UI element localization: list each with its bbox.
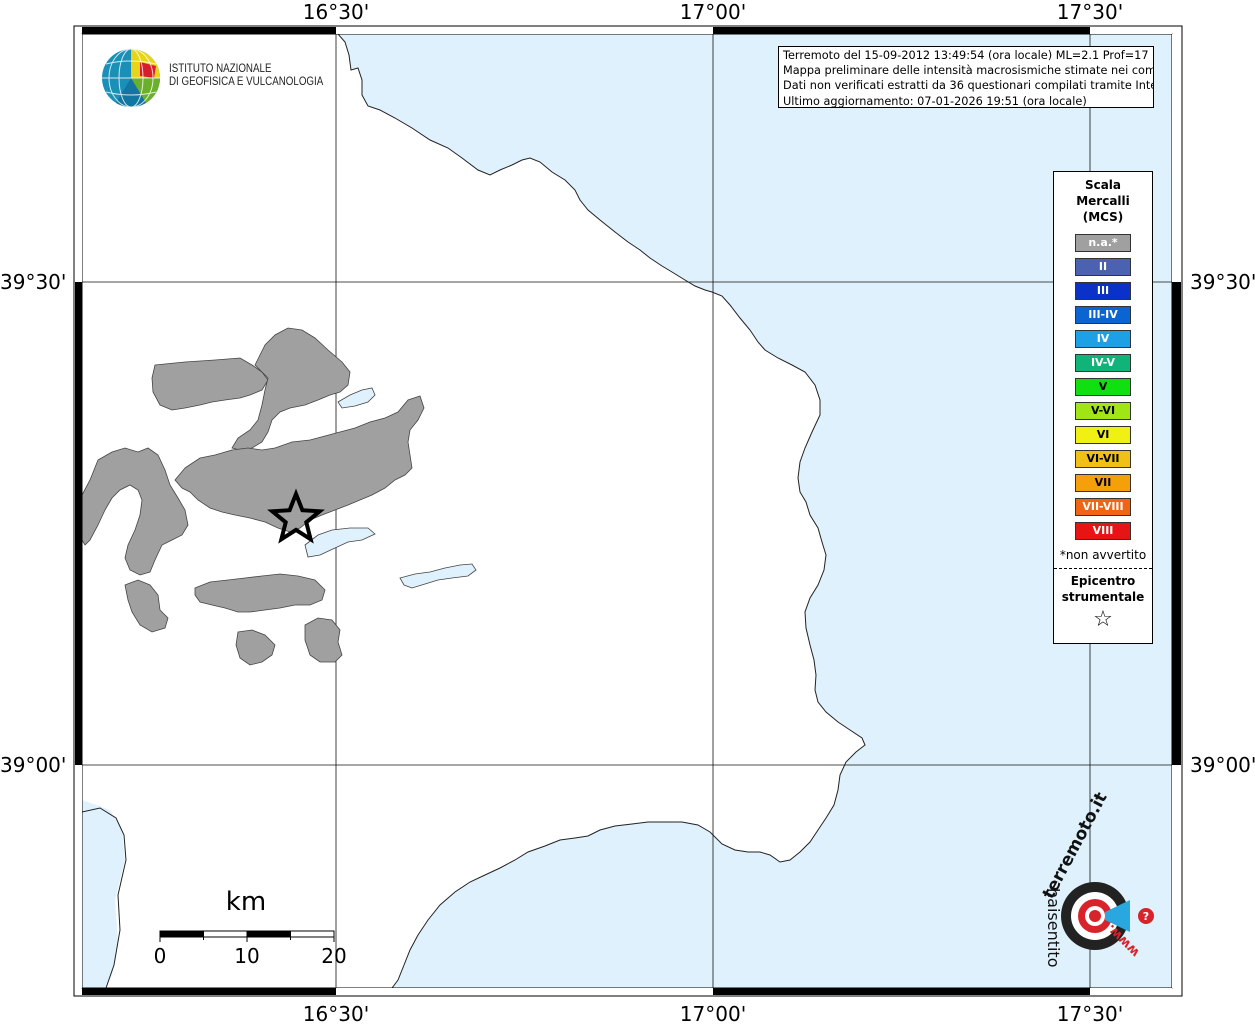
- frame-segment: [336, 988, 713, 995]
- lon-label-bottom-3: 17°30': [1056, 1002, 1124, 1026]
- legend-item-12: VIII: [1075, 522, 1131, 540]
- frame-segment: [82, 27, 336, 34]
- legend-epicenter-line-2: strumentale: [1061, 590, 1145, 604]
- lon-label-top-2: 17°00': [679, 0, 747, 24]
- legend-item-5: IV-V: [1075, 354, 1131, 372]
- legend-item-6: V: [1075, 378, 1131, 396]
- frame-segment: [1090, 27, 1172, 34]
- logo-line-2: DI GEOFISICA E VULCANOLOGIA: [169, 76, 324, 88]
- lat-label-left-1: 39°30': [0, 270, 67, 294]
- legend-item-11: VII-VIII: [1075, 498, 1131, 516]
- frame-segment: [713, 988, 1090, 995]
- legend-item-2: III: [1075, 282, 1131, 300]
- legend-items: n.a.* II III III-IV IV IV-V V V-VI VI VI-VII VII VI…: [1054, 234, 1152, 540]
- scale-label-20: 20: [321, 944, 347, 968]
- ingv-logo-icon: [102, 48, 161, 108]
- frame-segment: [75, 765, 82, 988]
- frame-segment: [75, 34, 82, 282]
- frame-segment: [75, 282, 82, 765]
- lon-label-bottom-2: 17°00': [679, 1002, 747, 1026]
- legend-title-line-1: Scala: [1084, 178, 1122, 192]
- info-line-3: Dati non verificati estratti da 36 quest…: [783, 79, 1154, 93]
- lon-label-top-1: 16°30': [302, 0, 370, 24]
- info-line-2: Mappa preliminare delle intensità macros…: [783, 64, 1154, 78]
- scale-unit: km: [225, 887, 267, 917]
- logo-line-1: ISTITUTO NAZIONALE: [169, 63, 272, 75]
- legend-note: *non avvertito: [1059, 548, 1147, 562]
- legend-item-3: III-IV: [1075, 306, 1131, 324]
- watermark-text-left: haisentito: [1044, 888, 1063, 968]
- legend-item-1: II: [1075, 258, 1131, 276]
- frame-segment: [1172, 282, 1181, 765]
- earthquake-info-box: Terremoto del 15-09-2012 13:49:54 (ora l…: [778, 46, 1154, 108]
- lat-label-left-2: 39°00': [0, 753, 67, 777]
- frame-segment: [336, 27, 713, 34]
- legend-title-line-2: Mercalli: [1076, 194, 1130, 208]
- legend-item-9: VI-VII: [1075, 450, 1131, 468]
- info-line-4: Ultimo aggiornamento: 07-01-2026 19:51 (…: [783, 94, 1087, 108]
- legend-item-8: VI: [1075, 426, 1131, 444]
- frame-segment: [1172, 765, 1181, 988]
- info-line-1: Terremoto del 15-09-2012 13:49:54 (ora l…: [783, 49, 1154, 62]
- frame-segment: [1090, 988, 1172, 995]
- lon-label-top-3: 17°30': [1056, 0, 1124, 24]
- legend-item-0: n.a.*: [1075, 234, 1131, 252]
- scale-label-0: 0: [153, 944, 167, 968]
- legend-separator: [1054, 568, 1152, 569]
- legend-item-7: V-VI: [1075, 402, 1131, 420]
- legend-item-4: IV: [1075, 330, 1131, 348]
- star-icon: ☆: [1093, 607, 1113, 632]
- frame-segment: [1172, 34, 1181, 282]
- legend-item-10: VII: [1075, 474, 1131, 492]
- legend-title: Scala Mercalli (MCS): [1054, 177, 1152, 225]
- legend-title-line-3: (MCS): [1082, 210, 1124, 224]
- frame-segment: [713, 27, 1090, 34]
- legend-epicenter-line-1: Epicentro: [1070, 574, 1136, 588]
- lat-label-right-2: 39°00': [1190, 753, 1255, 777]
- intensity-legend: Scala Mercalli (MCS) n.a.* II III III-IV IV I…: [1053, 171, 1153, 644]
- lon-label-bottom-1: 16°30': [302, 1002, 370, 1026]
- frame-segment: [82, 988, 336, 995]
- scale-label-10: 10: [234, 944, 260, 968]
- lat-label-right-1: 39°30': [1190, 270, 1255, 294]
- ingv-logo-text: ISTITUTO NAZIONALE DI GEOFISICA E VULCAN…: [169, 63, 323, 89]
- legend-epicenter-label: Epicentro strumentale: [1054, 573, 1152, 605]
- svg-text:?: ?: [1143, 910, 1149, 923]
